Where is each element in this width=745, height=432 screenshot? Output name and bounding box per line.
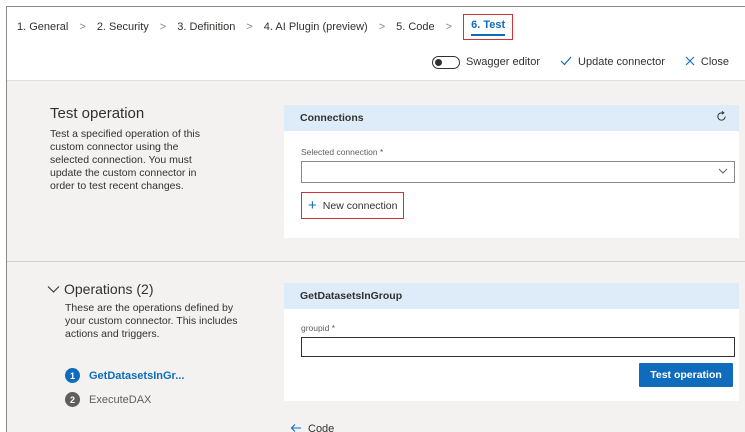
arrow-left-icon bbox=[290, 422, 302, 432]
step-test-label: 6. Test bbox=[471, 19, 506, 31]
step-test[interactable]: 6. Test bbox=[463, 14, 514, 40]
operation-card-header: GetDatasetsInGroup bbox=[284, 283, 739, 309]
wizard-steps: 1. General > 2. Security > 3. Definition… bbox=[7, 7, 745, 47]
operation-number-badge: 2 bbox=[65, 392, 80, 407]
selected-connection-label: Selected connection * bbox=[301, 147, 384, 157]
app-frame: 1. General > 2. Security > 3. Definition… bbox=[6, 6, 745, 432]
selected-connection-dropdown[interactable] bbox=[301, 161, 735, 183]
chevron-right-icon: > bbox=[445, 21, 453, 33]
step-definition[interactable]: 3. Definition bbox=[177, 21, 235, 33]
main-content: Test operation Test a specified operatio… bbox=[7, 81, 745, 432]
chevron-right-icon: > bbox=[79, 21, 86, 33]
back-label: Code bbox=[308, 423, 335, 432]
connections-card: Connections Selected connection * + New … bbox=[284, 105, 739, 238]
step-ai-plugin[interactable]: 4. AI Plugin (preview) bbox=[264, 21, 368, 33]
chevron-right-icon: > bbox=[246, 21, 253, 33]
back-to-code-link[interactable]: Code bbox=[290, 422, 334, 432]
active-step-indicator bbox=[471, 34, 506, 36]
operation-number-badge: 1 bbox=[65, 368, 80, 383]
plus-icon: + bbox=[308, 197, 317, 214]
close-icon[interactable] bbox=[685, 55, 695, 69]
swagger-editor-toggle[interactable] bbox=[432, 55, 461, 69]
chevron-down-icon bbox=[718, 164, 728, 181]
update-connector-button[interactable]: Update connector bbox=[578, 56, 665, 68]
refresh-icon[interactable] bbox=[716, 111, 727, 125]
operation-name: ExecuteDAX bbox=[89, 393, 152, 406]
test-operation-title: Test operation bbox=[50, 105, 145, 122]
operations-title: Operations (2) bbox=[64, 281, 154, 297]
operation-item-getdatasetsingroup[interactable]: 1 GetDatasetsInGr... bbox=[65, 368, 184, 383]
groupid-label: groupid * bbox=[301, 323, 336, 333]
new-connection-button[interactable]: + New connection bbox=[301, 192, 405, 219]
groupid-input[interactable] bbox=[301, 337, 735, 357]
operations-description: These are the operations defined by your… bbox=[65, 302, 238, 340]
step-general[interactable]: 1. General bbox=[17, 21, 68, 33]
swagger-editor-label[interactable]: Swagger editor bbox=[466, 56, 540, 68]
checkmark-icon[interactable] bbox=[560, 55, 572, 69]
operation-item-executedax[interactable]: 2 ExecuteDAX bbox=[65, 392, 151, 407]
toggle-knob bbox=[435, 58, 443, 66]
operation-card: GetDatasetsInGroup groupid * Test operat… bbox=[284, 283, 739, 401]
test-operation-button[interactable]: Test operation bbox=[639, 363, 733, 387]
command-toolbar: Swagger editor Update connector Close bbox=[432, 53, 729, 71]
section-divider bbox=[7, 261, 745, 262]
operation-card-title: GetDatasetsInGroup bbox=[300, 290, 403, 302]
chevron-right-icon: > bbox=[378, 21, 386, 33]
test-operation-description: Test a specified operation of this custo… bbox=[50, 128, 201, 192]
operation-name: GetDatasetsInGr... bbox=[89, 369, 185, 382]
connections-title: Connections bbox=[300, 112, 364, 124]
chevron-right-icon: > bbox=[159, 21, 167, 33]
step-security[interactable]: 2. Security bbox=[97, 21, 149, 33]
close-button[interactable]: Close bbox=[701, 56, 729, 68]
chevron-down-icon[interactable] bbox=[47, 282, 60, 297]
connections-card-header: Connections bbox=[284, 105, 739, 131]
operations-header[interactable]: Operations (2) bbox=[47, 281, 153, 297]
new-connection-label: New connection bbox=[322, 199, 398, 212]
step-code[interactable]: 5. Code bbox=[396, 21, 435, 33]
